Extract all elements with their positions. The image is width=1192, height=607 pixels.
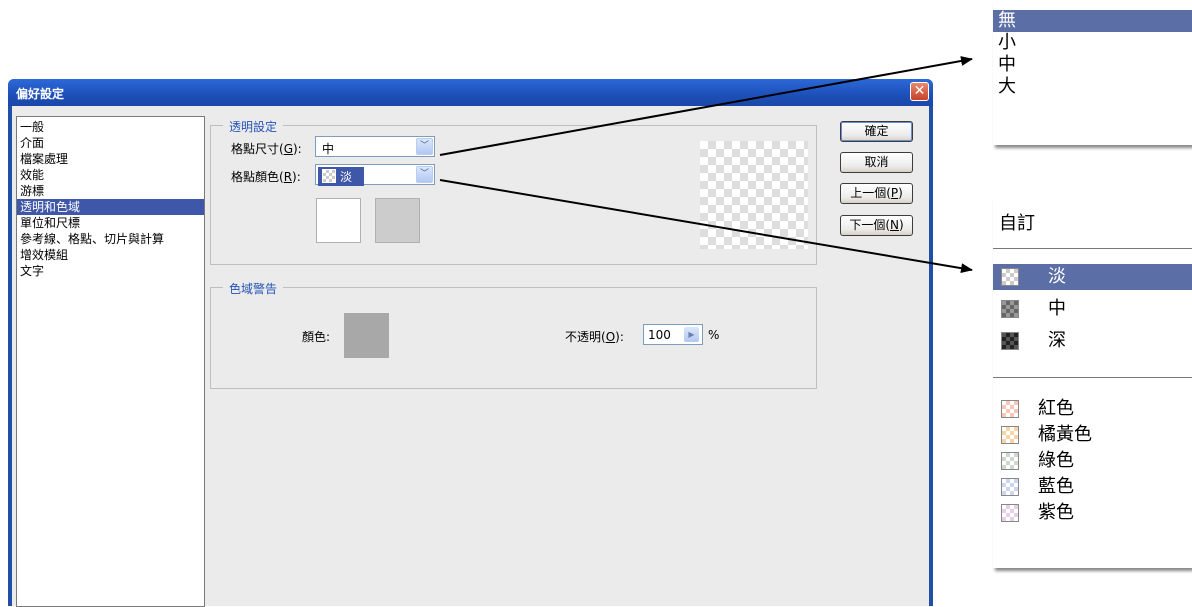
callout-arrows [439, 56, 973, 274]
arrow-grid-color [439, 179, 973, 274]
arrow-grid-size [439, 56, 973, 156]
